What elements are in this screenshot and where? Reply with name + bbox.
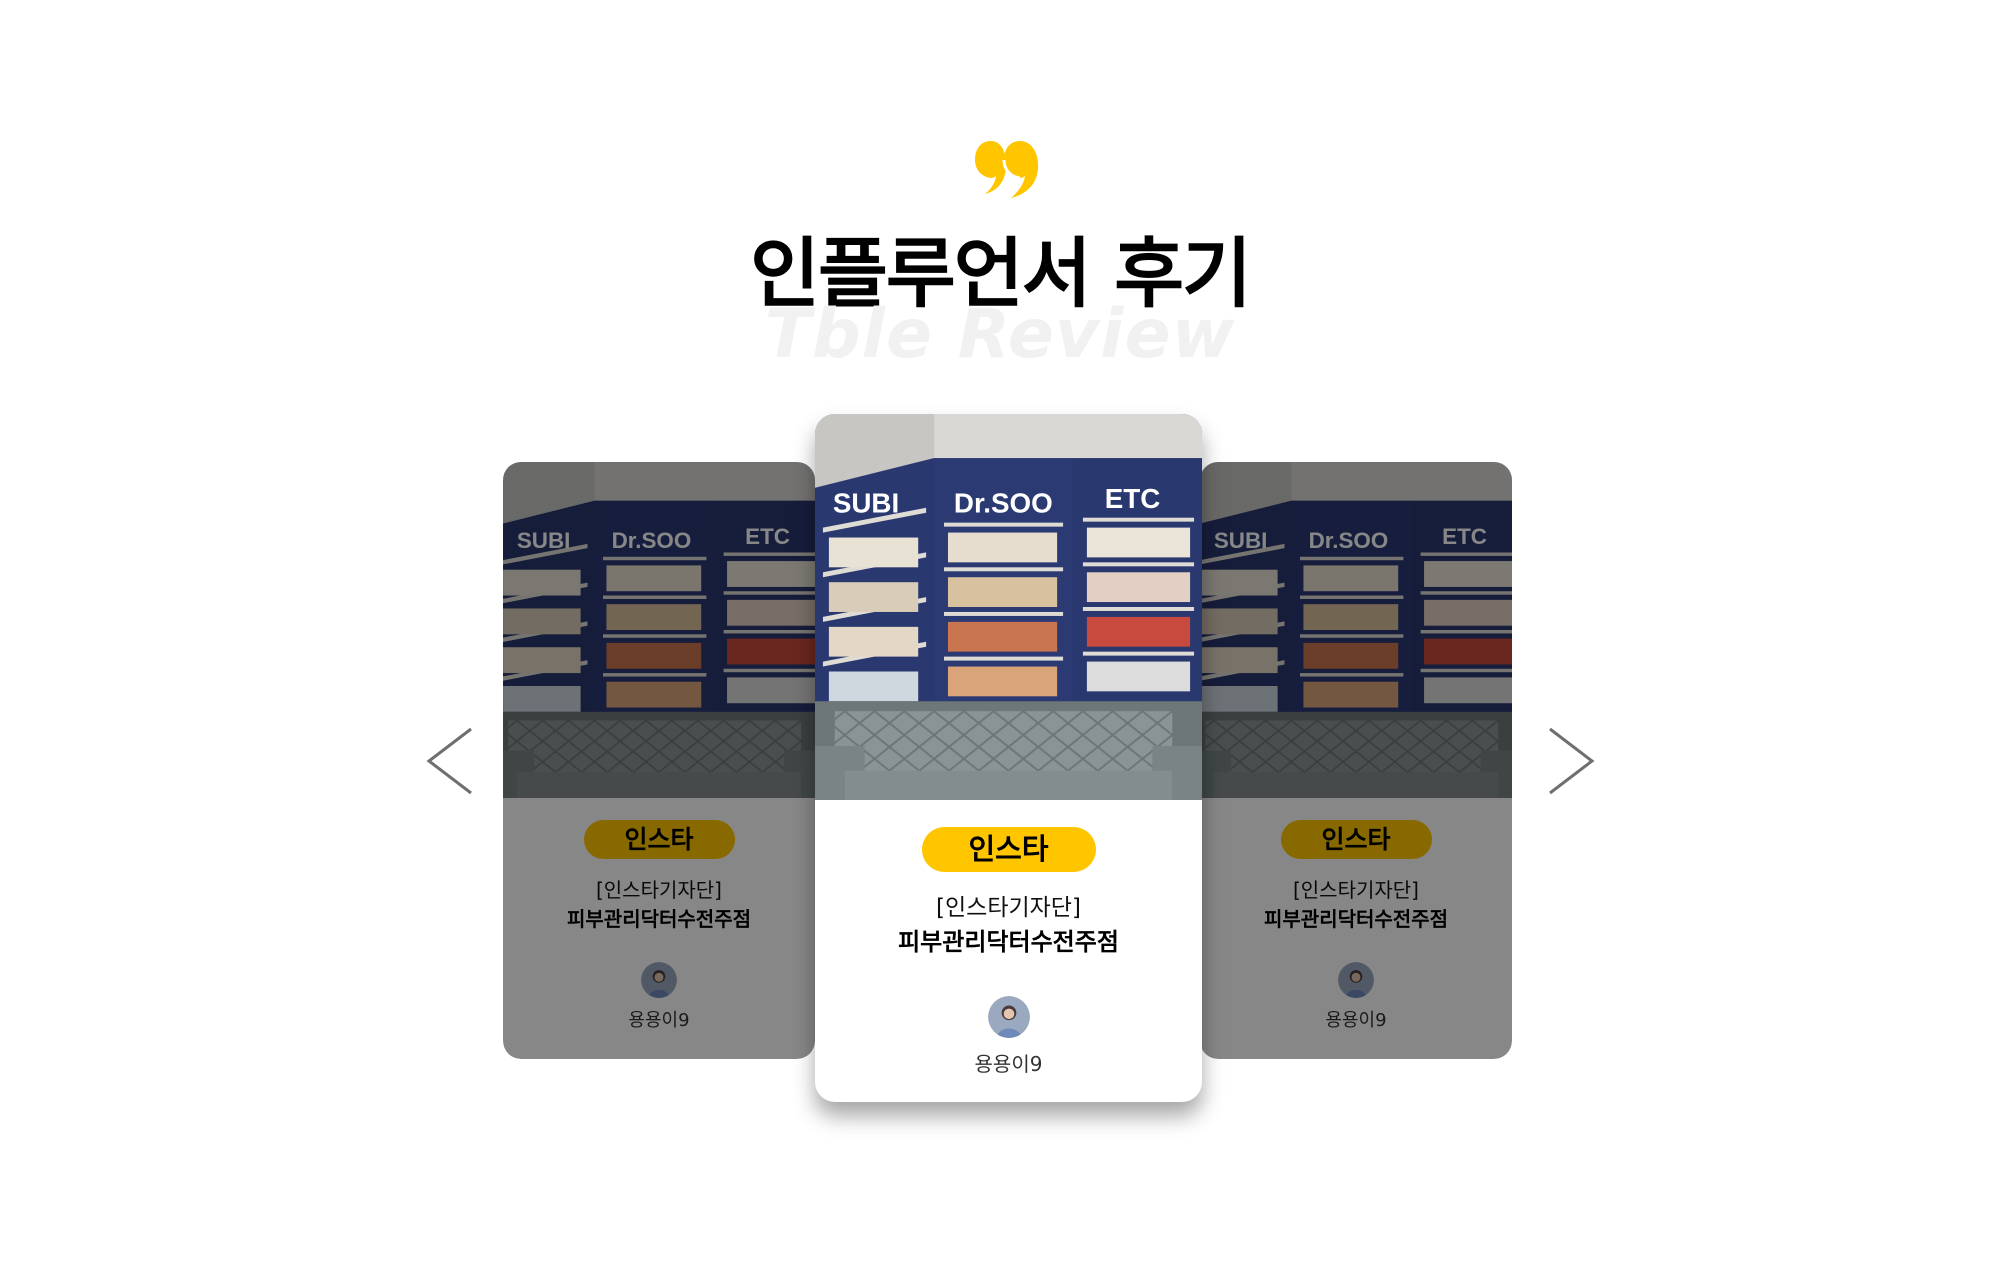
avatar bbox=[1338, 962, 1374, 998]
photo-text-etc: ETC bbox=[745, 524, 790, 549]
photo-text-drsoo: Dr.SOO bbox=[954, 488, 1053, 519]
platform-badge: 인스타 bbox=[921, 827, 1096, 872]
store-name: 피부관리닥터수전주점 bbox=[898, 928, 1119, 956]
chevron-left-icon[interactable] bbox=[425, 726, 475, 796]
review-tag: [인스타기자단] bbox=[936, 895, 1081, 921]
photo-text-etc: ETC bbox=[1442, 524, 1487, 549]
review-tag: [인스타기자단] bbox=[1292, 878, 1419, 902]
card-body: 인스타 [인스타기자단] 피부관리닥터수전주점 용용이9 bbox=[815, 800, 1202, 1102]
photo-text-subi: SUBI bbox=[517, 528, 571, 553]
platform-badge: 인스타 bbox=[1280, 820, 1432, 859]
platform-badge: 인스타 bbox=[583, 820, 735, 859]
avatar bbox=[988, 996, 1030, 1038]
username: 용용이9 bbox=[1325, 1010, 1387, 1031]
review-photo: SUBI Dr.SOO ETC bbox=[1200, 462, 1512, 798]
username: 용용이9 bbox=[628, 1010, 690, 1031]
quote-icon bbox=[975, 141, 1039, 198]
review-tag: [인스타기자단] bbox=[595, 878, 722, 902]
review-card-left[interactable]: SUBI Dr.SOO ETC 인스타 [인스타기자단] 피부관리닥터수전주점 … bbox=[503, 462, 815, 1059]
photo-text-drsoo: Dr.SOO bbox=[1309, 528, 1389, 553]
photo-text-drsoo: Dr.SOO bbox=[612, 528, 692, 553]
review-card-center[interactable]: SUBI Dr.SOO ETC 인스타 [인스타기자단] 피부관리닥터수전주점 … bbox=[815, 414, 1202, 1102]
chevron-right-icon[interactable] bbox=[1546, 726, 1596, 796]
review-photo: SUBI Dr.SOO ETC bbox=[815, 414, 1202, 800]
photo-text-etc: ETC bbox=[1105, 483, 1161, 514]
avatar bbox=[641, 962, 677, 998]
page-subtitle: Tble Review bbox=[764, 295, 1236, 374]
review-photo: SUBI Dr.SOO ETC bbox=[503, 462, 815, 798]
store-name: 피부관리닥터수전주점 bbox=[567, 907, 751, 931]
photo-text-subi: SUBI bbox=[833, 488, 899, 519]
card-body: 인스타 [인스타기자단] 피부관리닥터수전주점 용용이9 bbox=[1200, 798, 1512, 1059]
store-name: 피부관리닥터수전주점 bbox=[1264, 907, 1448, 931]
username: 용용이9 bbox=[974, 1052, 1043, 1076]
card-body: 인스타 [인스타기자단] 피부관리닥터수전주점 용용이9 bbox=[503, 798, 815, 1059]
photo-text-subi: SUBI bbox=[1214, 528, 1268, 553]
review-card-right[interactable]: SUBI Dr.SOO ETC 인스타 [인스타기자단] 피부관리닥터수전주점 … bbox=[1200, 462, 1512, 1059]
